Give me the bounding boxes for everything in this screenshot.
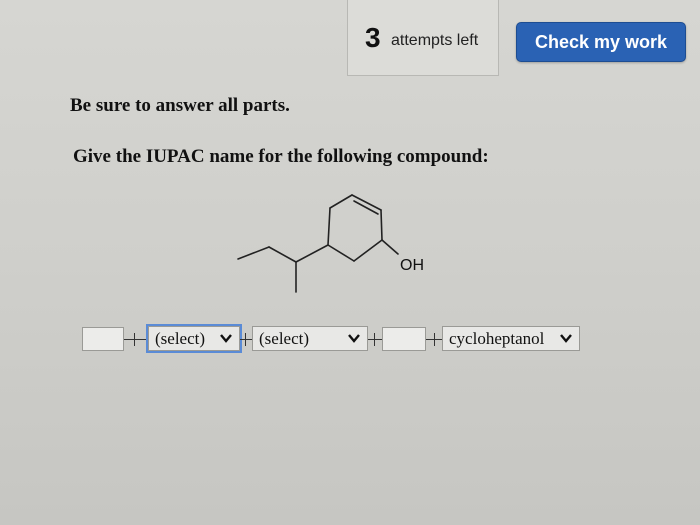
hyphen-connector [124, 339, 148, 340]
hyphen-tick [245, 333, 246, 346]
select-dropdown-1[interactable]: (select) [146, 324, 242, 353]
ring-bond [380, 209, 383, 241]
compound-structure-image: OH [237, 194, 424, 293]
ring-bond [327, 244, 355, 262]
hyphen-tick [134, 333, 135, 346]
check-my-work-button[interactable]: Check my work [516, 22, 686, 62]
chevron-down-icon [560, 334, 572, 343]
hydroxyl-label: OH [400, 257, 424, 274]
attempts-label: attempts left [391, 32, 479, 49]
answer-row: (select) (select) cycloheptanol [82, 324, 642, 354]
ring-bond [327, 207, 331, 246]
hyphen-tick [374, 333, 375, 346]
select-3-value: cycloheptanol [449, 329, 545, 348]
substituent-bond [295, 244, 329, 263]
question-prompt: Give the IUPAC name for the following co… [73, 146, 489, 167]
hydroxyl-bond [381, 239, 399, 255]
hyphen-connector [368, 339, 382, 340]
attempts-count: 3 [365, 22, 381, 53]
select-dropdown-3[interactable]: cycloheptanol [442, 326, 580, 351]
attempts-indicator: 3 attempts left [347, 0, 499, 76]
ring-bond [329, 194, 353, 209]
locant-text-input[interactable] [382, 327, 426, 351]
hyphen-connector [240, 339, 252, 340]
ring-bond [353, 239, 383, 262]
select-dropdown-2[interactable]: (select) [252, 326, 368, 351]
top-bar: 3 attempts left Check my work [0, 0, 700, 78]
chevron-down-icon [220, 334, 232, 343]
select-1-value: (select) [155, 329, 206, 348]
hyphen-tick [434, 333, 435, 346]
prefix-text-input[interactable] [82, 327, 124, 351]
select-2-value: (select) [259, 329, 310, 348]
chevron-down-icon [348, 334, 360, 343]
substituent-bond [237, 246, 270, 260]
substituent-bond [268, 246, 297, 263]
instructions-text: Be sure to answer all parts. [70, 95, 290, 116]
